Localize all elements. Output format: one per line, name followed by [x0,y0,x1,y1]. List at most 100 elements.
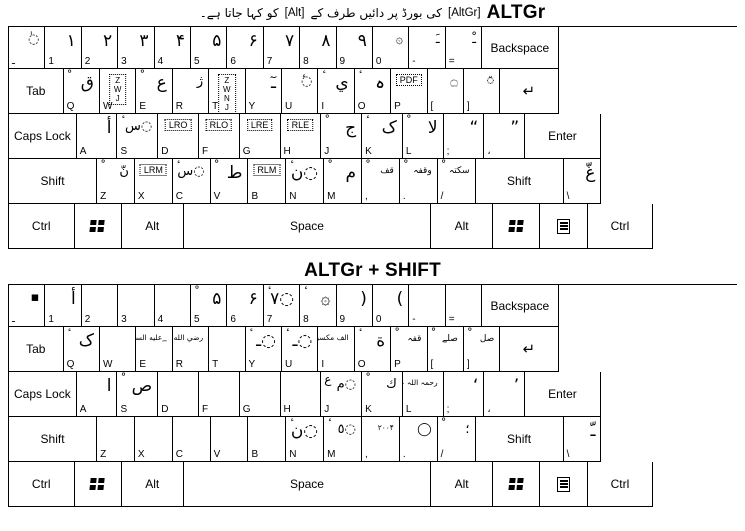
key-0[interactable]: ۞ 0 [372,27,410,69]
key-h[interactable]: RLE H [280,114,322,159]
key-space[interactable]: Space [183,462,432,507]
key-l[interactable]: ْلاL [402,114,444,159]
key-windows-icon[interactable] [493,462,541,507]
key-g[interactable]: G [239,372,281,417]
key-k[interactable]: ٔکK [362,114,403,159]
key-,[interactable]: ۲۰۰۴, [361,417,400,462]
key-،[interactable]: ’ ، [484,372,526,417]
key-e[interactable]: ْعE [136,69,173,114]
key-ـ[interactable]: ▪ ـ [9,285,46,327]
key-alt[interactable]: Alt [121,462,184,507]
key-ctrl[interactable]: Ctrl [9,462,75,507]
key-8[interactable]: ۸8 [300,27,337,69]
key-6[interactable]: ۶6 [227,27,264,69]
key-space[interactable]: Space [183,204,432,249]
key-o[interactable]: ٔةO [354,327,392,372]
key-shift[interactable]: Shift [9,159,98,204]
key-windows-icon[interactable] [74,462,122,507]
key-b[interactable]: RLM B [248,159,287,204]
key-v[interactable]: ْطV [210,159,249,204]
key-a[interactable]: اA [76,372,118,417]
key-2[interactable]: ۲2 [81,27,119,69]
key-r[interactable]: ژR [172,69,210,114]
key-=[interactable]: ـْ = [445,27,483,69]
key-،[interactable]: ” ، [484,114,526,159]
key-3[interactable]: ۳3 [118,27,155,69]
key-d[interactable]: D [158,372,199,417]
key-4[interactable]: 4 [154,285,191,327]
key-z[interactable]: ْنّZ [97,159,135,204]
key-f[interactable]: RLO F [199,114,240,159]
key-w[interactable]: Z W JW [99,69,137,114]
key-m[interactable]: ْمM [324,159,362,204]
key-ctrl[interactable]: Ctrl [9,204,75,249]
key-e[interactable]: ؁عليه السلام E [136,327,173,372]
key-8[interactable]: ٔ۞8 [300,285,337,327]
key-u[interactable]: ◌ٔ U [281,69,319,114]
key-/[interactable]: ْ؛/ [437,417,476,462]
key-backspace[interactable]: Backspace [482,27,559,69]
key-shift[interactable]: Shift [475,159,564,204]
key-ctrl[interactable]: Ctrl [587,462,654,507]
key-v[interactable]: V [210,417,249,462]
key-b[interactable]: B [248,417,287,462]
key-context-menu-icon[interactable] [540,462,588,507]
key-;[interactable]: ‘; [443,372,485,417]
key-0[interactable]: ) 0 [372,285,410,327]
key--[interactable]: ـَ - [409,27,446,69]
key-p[interactable]: PDF P [391,69,428,114]
key-backspace[interactable]: Backspace [482,285,559,327]
key-key[interactable]: ↵ [500,69,559,114]
key-j[interactable]: ْجJ [321,114,363,159]
key-enter[interactable]: Enter [525,114,601,159]
key-caps-lock[interactable]: Caps Lock [9,372,77,417]
key-p[interactable]: ْقفہP [391,327,428,372]
key-windows-icon[interactable] [493,204,541,249]
key-2[interactable]: 2 [81,285,119,327]
key-key[interactable]: ↵ [500,327,559,372]
key-u[interactable]: ٔ◌ـU [281,327,319,372]
key-][interactable]: ْصل] [463,327,501,372]
key-o[interactable]: ٔہO [354,69,392,114]
key-f[interactable]: F [199,372,240,417]
key-y[interactable]: ـٓ Y [245,69,282,114]
key-[[interactable]: ۝[ [427,69,464,114]
key-t[interactable]: T [209,327,246,372]
key-[[interactable]: ْصلے[ [427,327,464,372]
key-shift[interactable]: Shift [475,417,564,462]
key-l[interactable]: رحمہ اللہ عليہ L [402,372,444,417]
key-alt[interactable]: Alt [431,204,494,249]
key-9[interactable]: ۹9 [336,27,373,69]
key-4[interactable]: ۴4 [154,27,191,69]
key-n[interactable]: ٔ◌نN [286,159,325,204]
key-5[interactable]: ۵5 [190,27,228,69]
key-t[interactable]: Z W N JT [209,69,246,114]
key-tab[interactable]: Tab [9,327,64,372]
key-r[interactable]: رضي الله عنه R [172,327,210,372]
key-i[interactable]: الف مكسورہ I [318,327,355,372]
key-shift[interactable]: Shift [9,417,98,462]
key-alt[interactable]: Alt [431,462,494,507]
key-,[interactable]: ْقف, [361,159,400,204]
key-i[interactable]: ٔيI [318,69,355,114]
key-z[interactable]: Z [97,417,135,462]
key-x[interactable]: X [134,417,173,462]
key-s[interactable]: ٔ◌سS [117,114,159,159]
key-m[interactable]: ٔ◌٥M [324,417,362,462]
key-c[interactable]: C [172,417,211,462]
key-k[interactable]: ْكK [362,372,403,417]
key-n[interactable]: ٔ◌نN [286,417,325,462]
key-tab[interactable]: Tab [9,69,64,114]
key-alt[interactable]: Alt [121,204,184,249]
key-d[interactable]: LRO D [158,114,199,159]
key-w[interactable]: W [99,327,137,372]
key-3[interactable]: 3 [118,285,155,327]
key-6[interactable]: ۶6 [227,285,264,327]
key-1[interactable]: أ1 [45,285,82,327]
key-h[interactable]: H [280,372,322,417]
key-ctrl[interactable]: Ctrl [587,204,654,249]
key-/[interactable]: ْسکتہ/ [437,159,476,204]
key-\[interactable]: غّ \ [563,159,602,204]
key-enter[interactable]: Enter [525,372,601,417]
key-=[interactable]: = [445,285,483,327]
